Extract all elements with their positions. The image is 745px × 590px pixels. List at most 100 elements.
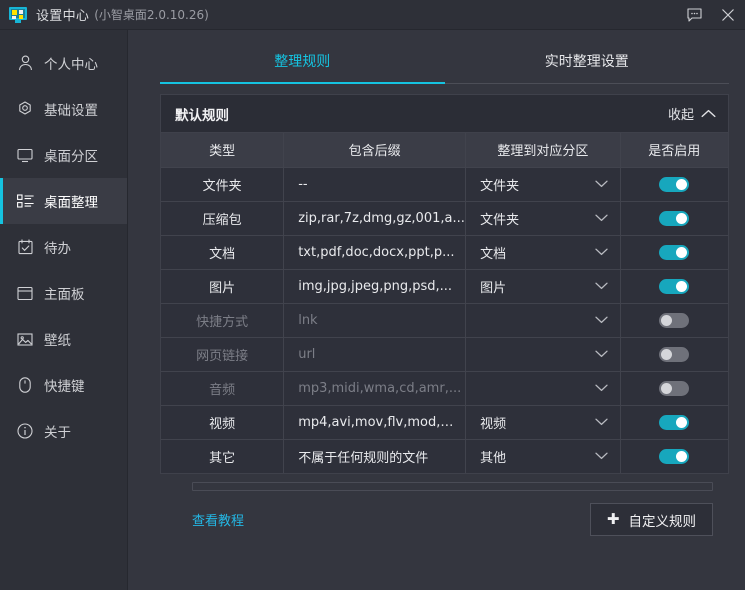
monitor-icon xyxy=(16,146,34,164)
collapse-label: 收起 xyxy=(668,104,694,123)
default-rules-card: 默认规则 收起 xyxy=(160,94,729,474)
sidebar-item-label: 壁纸 xyxy=(44,329,71,349)
partition-dropdown[interactable]: 其他 xyxy=(466,440,619,474)
chevron-down-icon xyxy=(595,452,608,460)
sidebar-item-wallpaper[interactable]: 壁纸 xyxy=(0,316,127,362)
feedback-button[interactable] xyxy=(677,0,711,30)
cell-type: 文件夹 xyxy=(161,167,284,201)
enable-toggle[interactable] xyxy=(659,347,689,362)
cell-enabled xyxy=(620,235,728,269)
cell-suffix: lnk xyxy=(284,303,466,337)
cell-enabled xyxy=(620,371,728,405)
custom-rule-button[interactable]: ✚ 自定义规则 xyxy=(590,503,713,536)
sidebar-item-label: 主面板 xyxy=(44,283,85,303)
partition-value: 视频 xyxy=(480,413,594,432)
partition-dropdown[interactable] xyxy=(466,304,619,337)
rules-table-head: 类型 包含后缀 整理到对应分区 是否启用 xyxy=(161,133,728,167)
tab-organize-rules[interactable]: 整理规则 xyxy=(160,38,445,84)
mouse-icon xyxy=(16,376,34,394)
cell-partition: 文档 xyxy=(466,235,620,269)
sidebar-item-shortcuts[interactable]: 快捷键 xyxy=(0,362,127,408)
cell-partition xyxy=(466,303,620,337)
custom-rule-label: 自定义规则 xyxy=(629,510,697,530)
image-icon xyxy=(16,330,34,348)
active-tab-indicator xyxy=(160,82,445,84)
cell-enabled xyxy=(620,303,728,337)
tab-realtime-organize-settings[interactable]: 实时整理设置 xyxy=(445,38,730,84)
window-body: 个人中心 基础设置 桌面分区 xyxy=(0,30,745,590)
enable-toggle[interactable] xyxy=(659,313,689,328)
sidebar-item-label: 桌面分区 xyxy=(44,145,98,165)
cell-suffix: mp3,midi,wma,cd,amr,... xyxy=(284,371,466,405)
cell-type: 快捷方式 xyxy=(161,303,284,337)
enable-toggle[interactable] xyxy=(659,381,689,396)
partition-dropdown[interactable]: 文件夹 xyxy=(466,168,619,201)
enable-toggle[interactable] xyxy=(659,211,689,226)
rules-table: 类型 包含后缀 整理到对应分区 是否启用 文件夹--文件夹压缩包zip,rar,… xyxy=(161,133,728,473)
partition-dropdown[interactable]: 文档 xyxy=(466,236,619,269)
enable-toggle[interactable] xyxy=(659,177,689,192)
cell-partition xyxy=(466,337,620,371)
partition-dropdown[interactable] xyxy=(466,372,619,405)
cell-type: 图片 xyxy=(161,269,284,303)
chevron-down-icon xyxy=(595,384,608,392)
card-header: 默认规则 收起 xyxy=(161,95,728,133)
app-logo-icon xyxy=(9,7,27,23)
view-tutorial-link[interactable]: 查看教程 xyxy=(192,510,244,529)
sidebar-item-about[interactable]: 关于 xyxy=(0,408,127,454)
chevron-down-icon xyxy=(595,180,608,188)
partition-value: 文件夹 xyxy=(480,175,594,194)
sidebar-item-todo[interactable]: 待办 xyxy=(0,224,127,270)
sidebar-item-desktop-organize[interactable]: 桌面整理 xyxy=(0,178,127,224)
table-row: 网页链接url xyxy=(161,337,728,371)
cell-enabled xyxy=(620,337,728,371)
partition-dropdown[interactable]: 视频 xyxy=(466,406,619,439)
cell-type: 音频 xyxy=(161,371,284,405)
chevron-down-icon xyxy=(595,282,608,290)
collapse-toggle[interactable]: 收起 xyxy=(668,104,716,123)
cell-type: 压缩包 xyxy=(161,201,284,235)
cell-enabled xyxy=(620,201,728,235)
enable-toggle[interactable] xyxy=(659,449,689,464)
rules-table-body: 文件夹--文件夹压缩包zip,rar,7z,dmg,gz,001,a...文件夹… xyxy=(161,167,728,473)
partition-value: 文件夹 xyxy=(480,209,594,228)
user-icon xyxy=(16,54,34,72)
cell-suffix: -- xyxy=(284,167,466,201)
cell-suffix: mp4,avi,mov,flv,mod,m... xyxy=(284,405,466,439)
sidebar-item-label: 桌面整理 xyxy=(44,191,98,211)
cell-suffix: zip,rar,7z,dmg,gz,001,a... xyxy=(284,201,466,235)
partition-dropdown[interactable]: 文件夹 xyxy=(466,202,619,235)
sidebar-item-label: 关于 xyxy=(44,421,71,441)
chevron-down-icon xyxy=(595,214,608,222)
cell-enabled xyxy=(620,269,728,303)
cell-partition: 文件夹 xyxy=(466,201,620,235)
list-icon xyxy=(16,192,34,210)
sidebar-item-label: 待办 xyxy=(44,237,71,257)
horizontal-scrollbar[interactable] xyxy=(192,482,713,491)
partition-dropdown[interactable]: 图片 xyxy=(466,270,619,303)
chevron-down-icon xyxy=(595,350,608,358)
cell-enabled xyxy=(620,167,728,201)
cell-suffix: 不属于任何规则的文件 xyxy=(284,439,466,473)
settings-window: 设置中心 (小智桌面2.0.10.26) xyxy=(0,0,745,590)
panel-footer: 查看教程 ✚ 自定义规则 xyxy=(160,491,729,550)
tab-label: 整理规则 xyxy=(274,51,330,71)
enable-toggle[interactable] xyxy=(659,245,689,260)
sidebar-item-main-panel[interactable]: 主面板 xyxy=(0,270,127,316)
close-icon xyxy=(721,8,735,22)
sidebar-item-basic-settings[interactable]: 基础设置 xyxy=(0,86,127,132)
enable-toggle[interactable] xyxy=(659,415,689,430)
gear-icon xyxy=(16,100,34,118)
close-button[interactable] xyxy=(711,0,745,30)
cell-suffix: img,jpg,jpeg,png,psd,... xyxy=(284,269,466,303)
card-title: 默认规则 xyxy=(175,104,229,124)
sidebar-item-personal-center[interactable]: 个人中心 xyxy=(0,40,127,86)
calendar-check-icon xyxy=(16,238,34,256)
chevron-up-icon xyxy=(701,109,716,118)
cell-partition: 文件夹 xyxy=(466,167,620,201)
sidebar-item-desktop-partition[interactable]: 桌面分区 xyxy=(0,132,127,178)
partition-dropdown[interactable] xyxy=(466,338,619,371)
enable-toggle[interactable] xyxy=(659,279,689,294)
column-header-type: 类型 xyxy=(161,133,284,167)
rules-panel: 默认规则 收起 xyxy=(128,84,745,590)
